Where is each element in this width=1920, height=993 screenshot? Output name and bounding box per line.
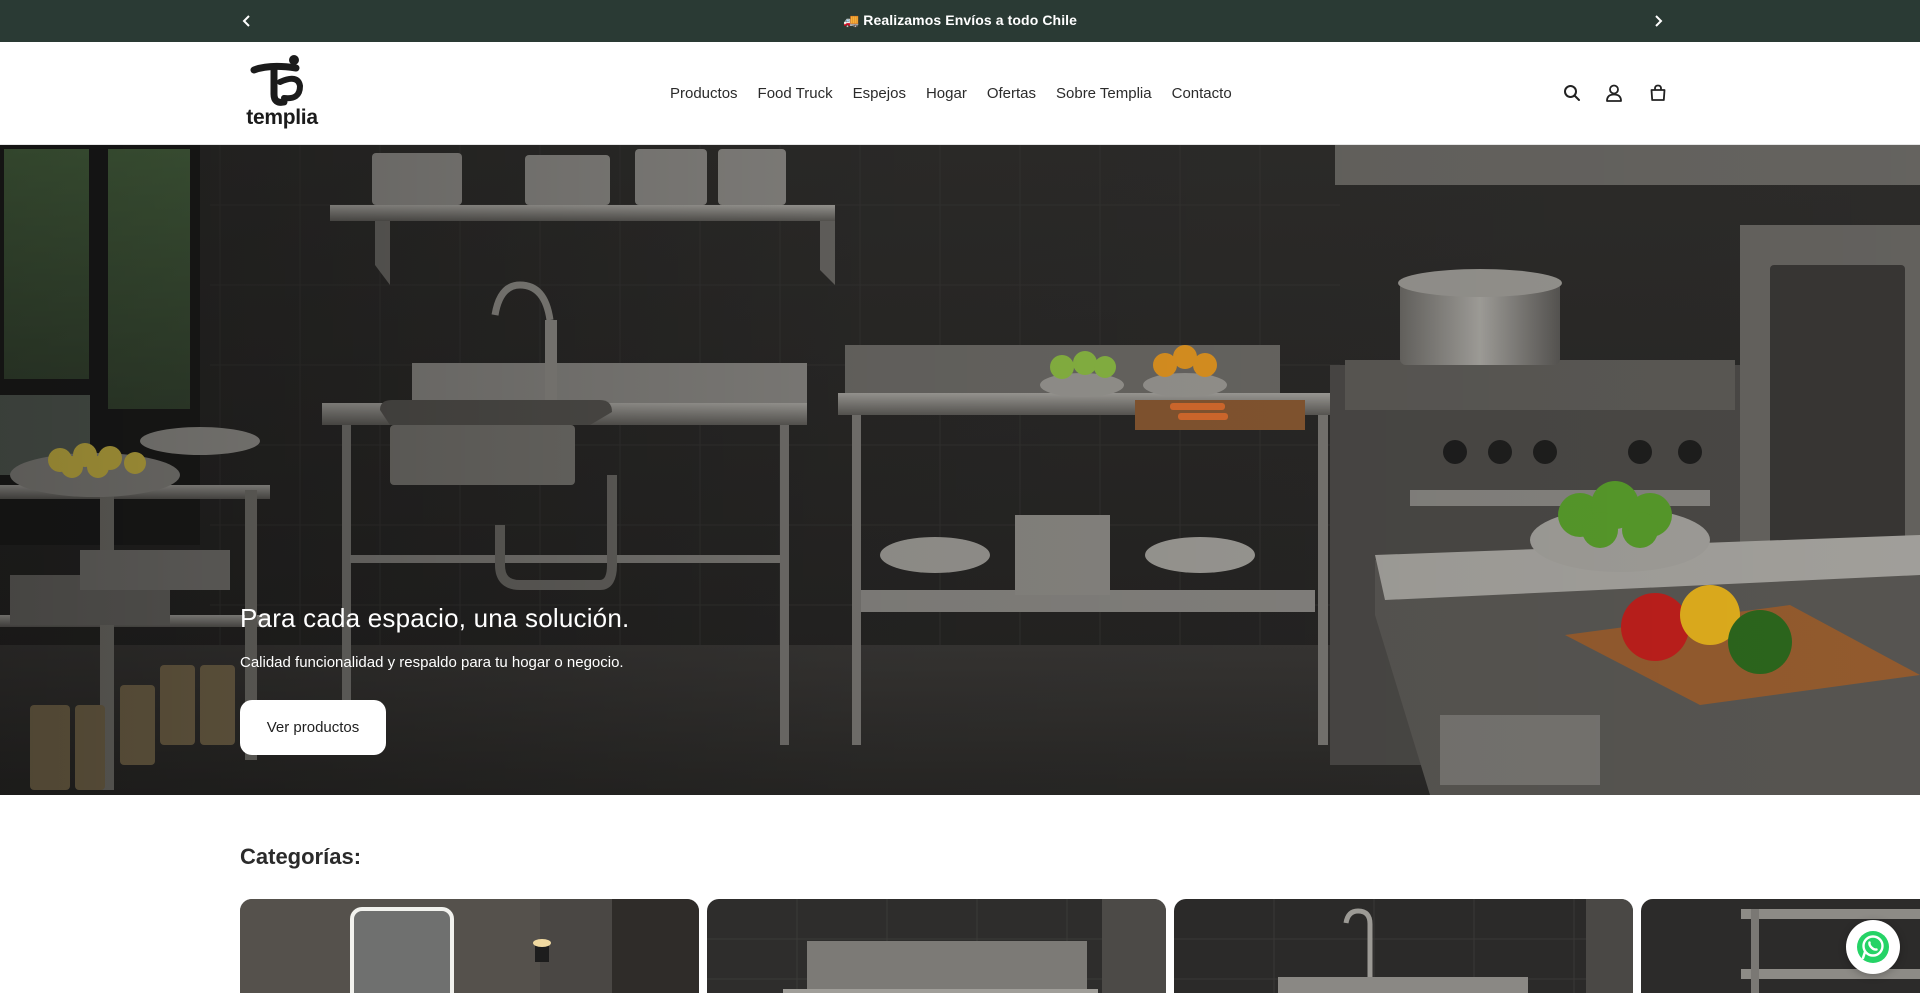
ver-productos-button[interactable]: Ver productos <box>240 700 386 755</box>
nav-item-ofertas[interactable]: Ofertas <box>977 84 1046 104</box>
whatsapp-icon <box>1857 931 1889 963</box>
logo-text: templia <box>246 106 318 129</box>
site-header: templia Productos Food Truck Espejos Hog… <box>0 42 1920 145</box>
nav-item-hogar[interactable]: Hogar <box>916 84 977 104</box>
search-button[interactable] <box>1559 80 1585 106</box>
search-icon <box>1564 85 1580 101</box>
category-image-mirror <box>240 899 699 993</box>
category-card-worktables[interactable] <box>707 899 1166 993</box>
nav-item-espejos[interactable]: Espejos <box>843 84 916 104</box>
nav-item-sobre-templia[interactable]: Sobre Templia <box>1046 84 1162 104</box>
cart-button[interactable] <box>1645 80 1671 106</box>
nav-item-productos[interactable]: Productos <box>660 84 748 104</box>
main-nav: Productos Food Truck Espejos Hogar Ofert… <box>660 84 1242 104</box>
category-card-mirrors[interactable] <box>240 899 699 993</box>
nav-item-food-truck[interactable]: Food Truck <box>748 84 843 104</box>
cart-icon <box>1650 84 1666 101</box>
announcement-next-button[interactable] <box>1648 11 1668 31</box>
logo-mark-icon <box>250 55 304 106</box>
chevron-right-icon <box>1655 15 1663 27</box>
logo[interactable]: templia <box>240 54 324 134</box>
announcement-text-wrap: 🚚 Realizamos Envíos a todo Chile <box>0 12 1920 29</box>
category-card-sinks[interactable] <box>1174 899 1633 993</box>
categories-carousel <box>240 899 1920 993</box>
announcement-message: Realizamos Envíos a todo Chile <box>863 12 1078 28</box>
account-button[interactable] <box>1601 80 1627 106</box>
account-icon <box>1606 84 1622 102</box>
truck-icon: 🚚 <box>842 13 860 28</box>
whatsapp-button[interactable] <box>1846 920 1900 974</box>
nav-item-contacto[interactable]: Contacto <box>1162 84 1242 104</box>
category-image-worktable <box>707 899 1166 993</box>
hero-subtitle: Calidad funcionalidad y respaldo para tu… <box>240 654 624 671</box>
hero-title: Para cada espacio, una solución. <box>240 603 630 633</box>
categories-title: Categorías: <box>240 844 362 869</box>
announcement-bar: 🚚 Realizamos Envíos a todo Chile <box>0 0 1920 42</box>
hero-banner: Para cada espacio, una solución. Calidad… <box>0 145 1920 795</box>
hero-overlay <box>0 145 1920 795</box>
category-image-sink <box>1174 899 1633 993</box>
